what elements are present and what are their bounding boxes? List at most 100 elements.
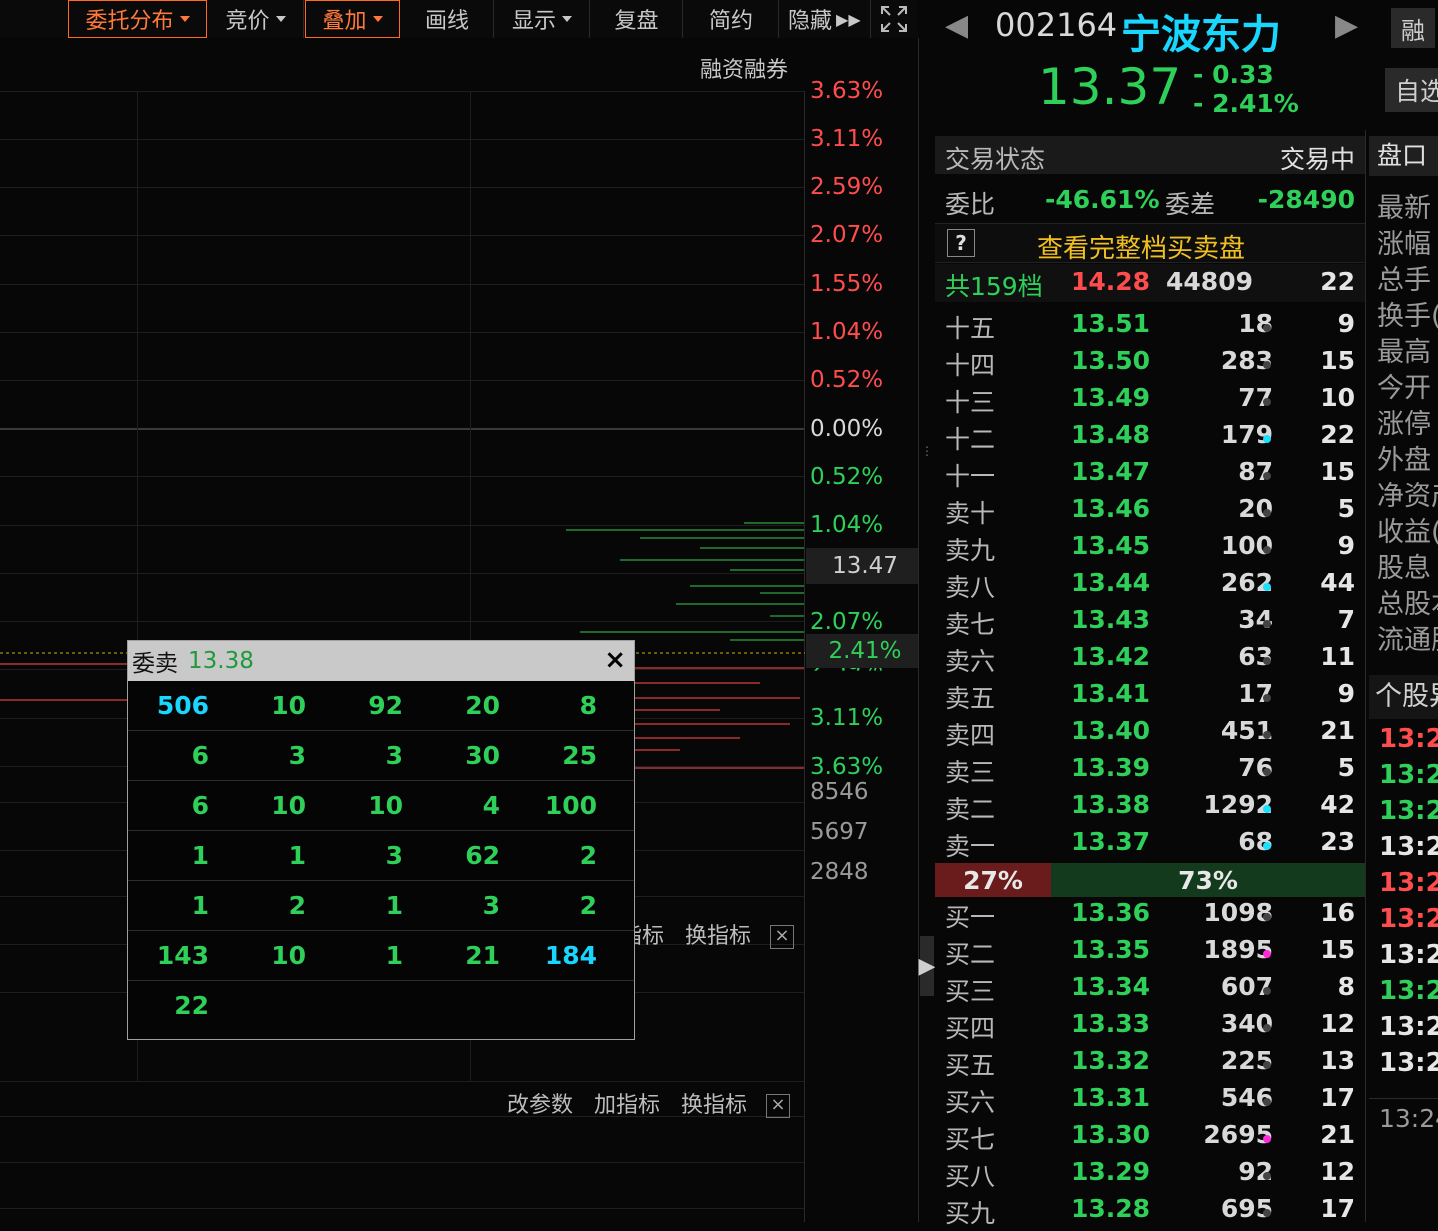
display-label: 显示 bbox=[511, 9, 556, 34]
order-level-row[interactable]: 十四 13.50 283 15 bbox=[935, 346, 1365, 383]
help-icon[interactable]: ? bbox=[947, 229, 975, 257]
alert-time[interactable]: 13:24 bbox=[1379, 940, 1438, 970]
order-level-row[interactable]: 十三 13.49 77 10 bbox=[935, 383, 1365, 420]
scale-label: 1.04% bbox=[810, 512, 884, 538]
fullscreen-button[interactable] bbox=[872, 0, 916, 38]
overlay-button[interactable]: 叠加 bbox=[305, 0, 400, 38]
order-dot-icon bbox=[1263, 1098, 1271, 1106]
alert-time[interactable]: 13:24 bbox=[1379, 1048, 1438, 1078]
order-level-row[interactable]: 十二 13.48 179 22 bbox=[935, 420, 1365, 457]
full-book-link[interactable]: 查看完整档买卖盘 bbox=[1037, 228, 1245, 265]
close-icon[interactable]: × bbox=[766, 1094, 791, 1118]
order-level-row[interactable]: 十一 13.47 87 15 bbox=[935, 457, 1365, 494]
order-size: 10 bbox=[271, 941, 306, 970]
order-level-row[interactable]: 买三 13.34 607 8 bbox=[935, 972, 1365, 1009]
order-level-row[interactable]: 卖七 13.43 34 7 bbox=[935, 605, 1365, 642]
order-level-row[interactable]: 卖三 13.39 76 5 bbox=[935, 753, 1365, 790]
alert-time[interactable]: 13:24 bbox=[1379, 796, 1438, 826]
level-count: 11 bbox=[1320, 642, 1355, 671]
order-level-row[interactable]: 卖五 13.41 17 9 bbox=[935, 679, 1365, 716]
order-level-row[interactable]: 卖九 13.45 100 9 bbox=[935, 531, 1365, 568]
auction-button[interactable]: 竞价 bbox=[208, 0, 304, 38]
total-levels: 共159档 bbox=[945, 272, 1043, 301]
draw-label: 画线 bbox=[424, 9, 469, 34]
order-level-row[interactable]: 买九 13.28 695 17 bbox=[935, 1194, 1365, 1231]
level-label: 买八 bbox=[945, 1162, 996, 1191]
side-field-label: 收益( bbox=[1377, 517, 1438, 548]
alert-time[interactable]: 13:24 bbox=[1379, 760, 1438, 790]
display-button[interactable]: 显示 bbox=[495, 0, 590, 38]
crosshair-pct-box: 2.41% bbox=[806, 634, 918, 668]
side-field-label: 外盘 bbox=[1377, 445, 1431, 476]
order-level-row[interactable]: 卖六 13.42 63 11 bbox=[935, 642, 1365, 679]
level-count: 22 bbox=[1320, 420, 1355, 449]
level-label: 卖八 bbox=[945, 573, 996, 602]
swap-indicator-button[interactable]: 换指标 bbox=[681, 1093, 747, 1118]
side-field-label: 涨幅 bbox=[1377, 229, 1431, 260]
order-size: 6 bbox=[191, 741, 209, 770]
level-price: 13.36 bbox=[1071, 898, 1151, 927]
order-level-row[interactable]: 卖二 13.38 1292 42 bbox=[935, 790, 1365, 827]
order-level-row[interactable]: 买八 13.29 92 12 bbox=[935, 1157, 1365, 1194]
level-price: 13.33 bbox=[1071, 1009, 1151, 1038]
order-level-row[interactable]: 卖十 13.46 20 5 bbox=[935, 494, 1365, 531]
hide-button[interactable]: 隐藏 ▶▶ bbox=[780, 0, 871, 38]
alert-time[interactable]: 13:24 bbox=[1379, 904, 1438, 934]
replay-label: 复盘 bbox=[614, 9, 659, 34]
level-count: 12 bbox=[1320, 1157, 1355, 1186]
order-size: 10 bbox=[271, 691, 306, 720]
order-level-row[interactable]: 卖四 13.40 451 21 bbox=[935, 716, 1365, 753]
level-count: 42 bbox=[1320, 790, 1355, 819]
order-level-row[interactable]: 买一 13.36 1098 16 bbox=[935, 898, 1365, 935]
price-change: - 0.33 bbox=[1193, 60, 1274, 89]
side-field-label: 总手 bbox=[1377, 265, 1431, 296]
order-level-row[interactable]: 卖一 13.37 68 23 bbox=[935, 827, 1365, 864]
order-level-row[interactable]: 买五 13.32 225 13 bbox=[935, 1046, 1365, 1083]
order-dot-icon bbox=[1263, 913, 1271, 921]
order-level-row[interactable]: 买六 13.31 546 17 bbox=[935, 1083, 1365, 1120]
full-book-row[interactable]: ? 查看完整档买卖盘 bbox=[935, 223, 1365, 265]
margin-button[interactable]: 融 bbox=[1391, 8, 1435, 48]
compact-button[interactable]: 简约 bbox=[684, 0, 779, 38]
level-price: 13.40 bbox=[1071, 716, 1151, 745]
add-watchlist-button[interactable]: 自选 bbox=[1385, 68, 1438, 112]
draw-button[interactable]: 画线 bbox=[401, 0, 494, 38]
add-indicator-button[interactable]: 加指标 bbox=[594, 1093, 660, 1118]
order-level-row[interactable]: 买二 13.35 1895 15 bbox=[935, 935, 1365, 972]
alert-time[interactable]: 13:24 bbox=[1379, 724, 1438, 754]
close-icon[interactable]: × bbox=[604, 645, 626, 675]
prev-stock-arrow-icon[interactable]: ◀ bbox=[945, 8, 968, 43]
side-field-label: 总股本 bbox=[1377, 589, 1438, 620]
close-icon[interactable]: × bbox=[770, 925, 795, 949]
order-level-row[interactable]: 十五 13.51 18 9 bbox=[935, 309, 1365, 346]
alert-time[interactable]: 13:24 bbox=[1379, 1012, 1438, 1042]
intraday-chart[interactable]: 融资融券 3.63% 3.11% 2.59% 2.07% 1.55% 1.04%… bbox=[0, 38, 945, 1222]
alert-time[interactable]: 13:24 bbox=[1379, 832, 1438, 862]
fullscreen-icon bbox=[881, 6, 907, 32]
scale-label: 3.63% bbox=[810, 78, 884, 104]
alert-time[interactable]: 13:24 bbox=[1379, 976, 1438, 1006]
order-level-row[interactable]: 买四 13.33 340 12 bbox=[935, 1009, 1365, 1046]
level-price: 13.50 bbox=[1071, 346, 1151, 375]
level-count: 23 bbox=[1320, 827, 1355, 856]
swap-indicator-button[interactable]: 换指标 bbox=[685, 924, 751, 949]
edit-params-button[interactable]: 改参数 bbox=[507, 1093, 573, 1118]
order-level-row[interactable]: 买七 13.30 2695 21 bbox=[935, 1120, 1365, 1157]
collapse-panel-button[interactable]: ▶ bbox=[919, 936, 935, 996]
chart-toolbar: 委托分布 竞价 叠加 画线 显示 复盘 简约 隐藏 ▶▶ bbox=[0, 0, 918, 38]
order-level-row[interactable]: 卖八 13.44 262 44 bbox=[935, 568, 1365, 605]
alert-time[interactable]: 13:24 bbox=[1379, 868, 1438, 898]
scale-label: 0.52% bbox=[810, 367, 884, 393]
level-volume: 2695 bbox=[1203, 1120, 1273, 1149]
order-size: 4 bbox=[482, 791, 500, 820]
order-dot-icon bbox=[1263, 1024, 1271, 1032]
next-stock-arrow-icon[interactable]: ▶ bbox=[1335, 8, 1358, 43]
total-price: 14.28 bbox=[1071, 267, 1151, 296]
level-count: 44 bbox=[1320, 568, 1355, 597]
replay-button[interactable]: 复盘 bbox=[591, 0, 683, 38]
tab-order-book[interactable]: 盘口 bbox=[1369, 136, 1438, 176]
entrust-distribution-button[interactable]: 委托分布 bbox=[68, 0, 207, 38]
stock-alert-section[interactable]: 个股异 bbox=[1369, 675, 1438, 719]
order-size: 10 bbox=[271, 791, 306, 820]
order-size: 3 bbox=[288, 741, 306, 770]
